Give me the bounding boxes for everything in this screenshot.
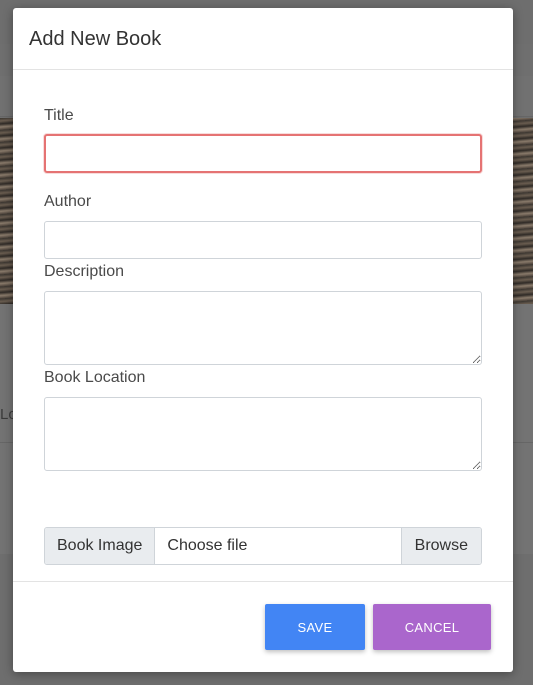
location-label: Book Location xyxy=(44,369,146,386)
modal-title: Add New Book xyxy=(29,28,162,50)
book-image-file-input[interactable]: Book Image Choose file Browse xyxy=(44,527,482,565)
title-label: Title xyxy=(44,107,74,124)
title-input[interactable] xyxy=(44,134,482,173)
file-choose-text[interactable]: Choose file xyxy=(155,528,401,564)
modal-body: Title Author Description Book Location B… xyxy=(13,70,513,580)
file-prepend-label: Book Image xyxy=(45,528,156,564)
modal-footer: SAVE CANCEL xyxy=(13,581,513,673)
modal-header: Add New Book xyxy=(13,8,513,70)
location-textarea[interactable] xyxy=(44,397,482,471)
author-input[interactable] xyxy=(44,221,482,259)
author-label: Author xyxy=(44,193,92,210)
save-button[interactable]: SAVE xyxy=(265,604,365,650)
add-book-modal: Add New Book Title Author Description Bo… xyxy=(13,8,513,672)
description-label: Description xyxy=(44,263,125,280)
browse-button[interactable]: Browse xyxy=(400,528,481,564)
cancel-button[interactable]: CANCEL xyxy=(373,604,491,650)
description-textarea[interactable] xyxy=(44,291,482,365)
